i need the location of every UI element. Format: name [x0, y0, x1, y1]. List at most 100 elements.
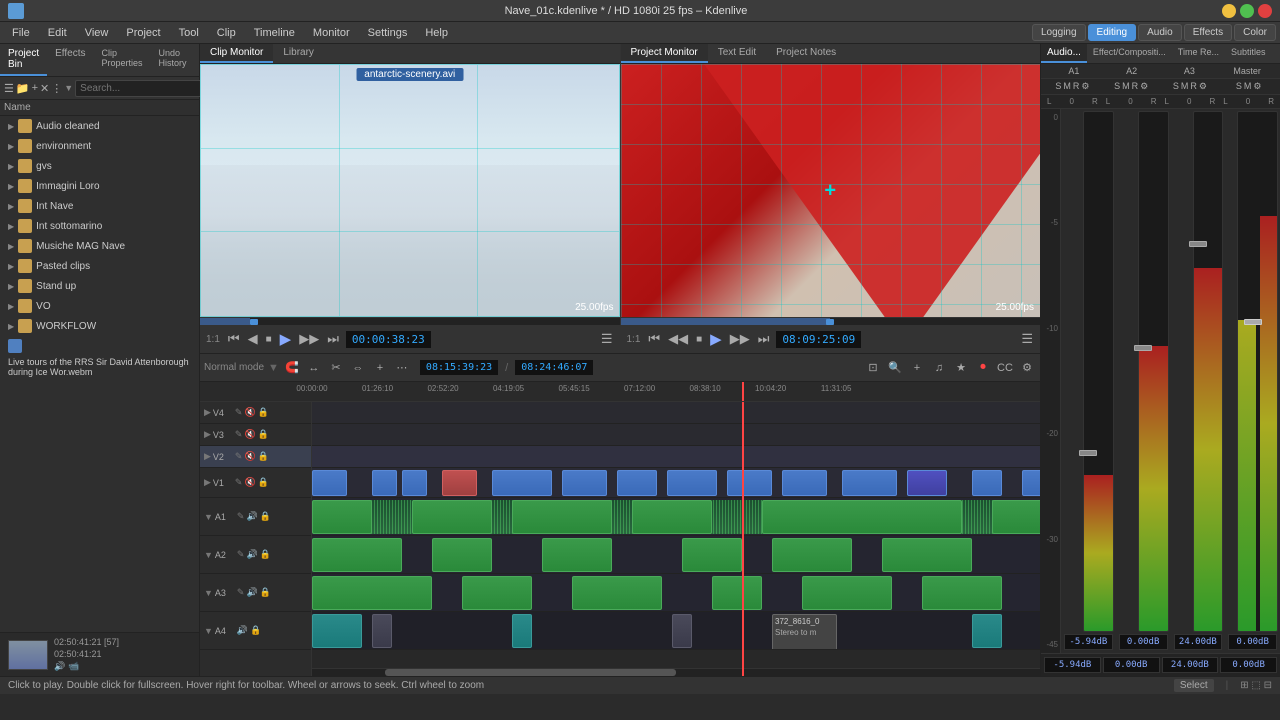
proj-mark-out[interactable]: ⏭ [755, 330, 773, 348]
track-edit-v2[interactable]: ✎ [235, 451, 243, 462]
ch-a2-settings[interactable]: ⚙ [1140, 81, 1148, 92]
track-edit-a3[interactable]: ✎ [237, 587, 245, 598]
track-expand-a1[interactable]: ▼ [204, 512, 213, 522]
mode-logging[interactable]: Logging [1032, 24, 1086, 41]
track-edit-a2[interactable]: ✎ [237, 549, 245, 560]
clip-a4-tooltip[interactable]: 372_8616_0 Stereo to m [772, 614, 837, 650]
clip-a4-5[interactable] [972, 614, 1002, 648]
search-input[interactable] [75, 80, 217, 97]
menu-clip[interactable]: Clip [209, 25, 244, 41]
track-expand-a2[interactable]: ▼ [204, 550, 213, 560]
clip-a3-5[interactable] [802, 576, 892, 610]
mark-in-button[interactable]: ⏮ [225, 330, 243, 348]
clip-v1-10[interactable] [782, 470, 827, 496]
clip-a3-1[interactable] [312, 576, 432, 610]
track-row-v4[interactable] [312, 402, 1040, 424]
tab-project-monitor[interactable]: Project Monitor [621, 44, 708, 63]
mode-color[interactable]: Color [1234, 24, 1276, 41]
menu-project[interactable]: Project [118, 25, 168, 41]
clip-options-button[interactable]: ☰ [598, 330, 616, 348]
razor-button[interactable]: ✂ [327, 359, 345, 377]
track-mute-v3[interactable]: 🔇 [244, 429, 255, 440]
file-gvs[interactable]: ▶ gvs [0, 156, 199, 176]
mode-effects[interactable]: Effects [1184, 24, 1232, 41]
clip-v1-12[interactable] [907, 470, 947, 496]
clip-a4-4[interactable] [672, 614, 692, 648]
track-edit-v4[interactable]: ✎ [235, 407, 243, 418]
tab-effects[interactable]: Effects [47, 44, 93, 76]
menu-tool[interactable]: Tool [171, 25, 207, 41]
snap-button[interactable]: 🧲 [283, 359, 301, 377]
track-vol-a1[interactable]: 🔊 [246, 511, 257, 522]
file-workflow[interactable]: ▶ WORKFLOW [0, 316, 199, 336]
track-row-a1[interactable] [312, 498, 1040, 536]
master-mute[interactable]: M [1244, 81, 1252, 92]
project-options-button[interactable]: ☰ [1018, 330, 1036, 348]
delete-icon[interactable]: ✕ [40, 79, 49, 97]
playhead[interactable] [742, 402, 744, 676]
tab-library[interactable]: Library [273, 44, 324, 63]
clip-a3-2[interactable] [462, 576, 532, 610]
window-controls[interactable] [1222, 4, 1272, 18]
mark-out-button[interactable]: ⏭ [324, 330, 342, 348]
menu-settings[interactable]: Settings [360, 25, 416, 41]
subtitle-track[interactable]: CC [996, 359, 1014, 377]
clip-a1-3[interactable] [512, 500, 612, 534]
track-lock-v3[interactable]: 🔒 [258, 429, 269, 440]
track-mute-v2[interactable]: 🔇 [244, 451, 255, 462]
track-edit-v1[interactable]: ✎ [235, 477, 243, 488]
project-monitor-view[interactable]: 25.00fps [621, 64, 1041, 317]
track-lock-v1[interactable]: 🔒 [258, 477, 269, 488]
track-vol-a2[interactable]: 🔊 [246, 549, 257, 560]
project-monitor-tabs[interactable]: Project Monitor Text Edit Project Notes [621, 44, 1041, 64]
tab-clip-monitor[interactable]: Clip Monitor [200, 44, 273, 63]
clip-monitor-tabs[interactable]: Clip Monitor Library [200, 44, 620, 64]
clip-a2-4[interactable] [682, 538, 742, 572]
clip-v1-1[interactable] [312, 470, 347, 496]
track-expand-a3[interactable]: ▼ [204, 588, 213, 598]
ch-a2-rec[interactable]: R [1132, 81, 1139, 92]
master-settings[interactable]: ⚙ [1253, 81, 1261, 92]
a1-db-display[interactable]: -5.94dB [1064, 634, 1113, 650]
proj-prev[interactable]: ◀◀ [665, 330, 691, 348]
filter-icon[interactable]: ☰ [4, 79, 14, 97]
clip-a3-4[interactable] [712, 576, 762, 610]
proj-stop[interactable]: ■ [693, 333, 705, 346]
ch-a2-solo[interactable]: S [1114, 81, 1120, 92]
clip-a2-5[interactable] [772, 538, 852, 572]
right-tabs[interactable]: Audio... Effect/Compositi... Time Re... … [1041, 44, 1280, 64]
menu-view[interactable]: View [77, 25, 117, 41]
file-immagini[interactable]: ▶ Immagini Loro [0, 176, 199, 196]
track-lock-v2[interactable]: 🔒 [258, 451, 269, 462]
track-expand-a4[interactable]: ▼ [204, 626, 213, 636]
ch-a1-rec[interactable]: R [1073, 81, 1080, 92]
ripple-button[interactable]: ↔ [305, 359, 323, 377]
file-musiche[interactable]: ▶ Musiche MAG Nave [0, 236, 199, 256]
track-expand-v3[interactable]: ▶ [204, 429, 211, 440]
track-expand-v2[interactable]: ▶ [204, 451, 211, 462]
tab-project-bin[interactable]: Project Bin [0, 44, 47, 76]
file-int-sottomarino[interactable]: ▶ Int sottomarino [0, 216, 199, 236]
track-lock-a1[interactable]: 🔒 [260, 511, 271, 522]
filter-dropdown[interactable]: ▼ [64, 83, 73, 93]
clip-a1-5[interactable] [762, 500, 962, 534]
ch-a2-mute[interactable]: M [1122, 81, 1130, 92]
track-lock-a4[interactable]: 🔒 [250, 625, 261, 636]
track-row-v1[interactable] [312, 468, 1040, 498]
clip-a2-6[interactable] [882, 538, 972, 572]
clip-a1-6[interactable] [992, 500, 1040, 534]
track-mute-v1[interactable]: 🔇 [244, 477, 255, 488]
menu-timeline[interactable]: Timeline [246, 25, 303, 41]
clip-a1-2[interactable] [412, 500, 492, 534]
a1-db-val[interactable]: -5.94dB [1044, 657, 1101, 673]
file-standup[interactable]: ▶ Stand up [0, 276, 199, 296]
track-row-a4[interactable]: 372_8616_0 Stereo to m [312, 612, 1040, 650]
proj-next[interactable]: ▶▶ [727, 330, 753, 348]
clip-v1-5[interactable] [492, 470, 552, 496]
track-row-v2[interactable] [312, 446, 1040, 468]
clip-v1-9[interactable] [727, 470, 772, 496]
tab-effect-comp[interactable]: Effect/Compositi... [1087, 44, 1172, 63]
clip-v1-3[interactable] [402, 470, 427, 496]
track-lock-a2[interactable]: 🔒 [260, 549, 271, 560]
track-vol-icon-a4[interactable]: 🔊 [237, 625, 248, 636]
